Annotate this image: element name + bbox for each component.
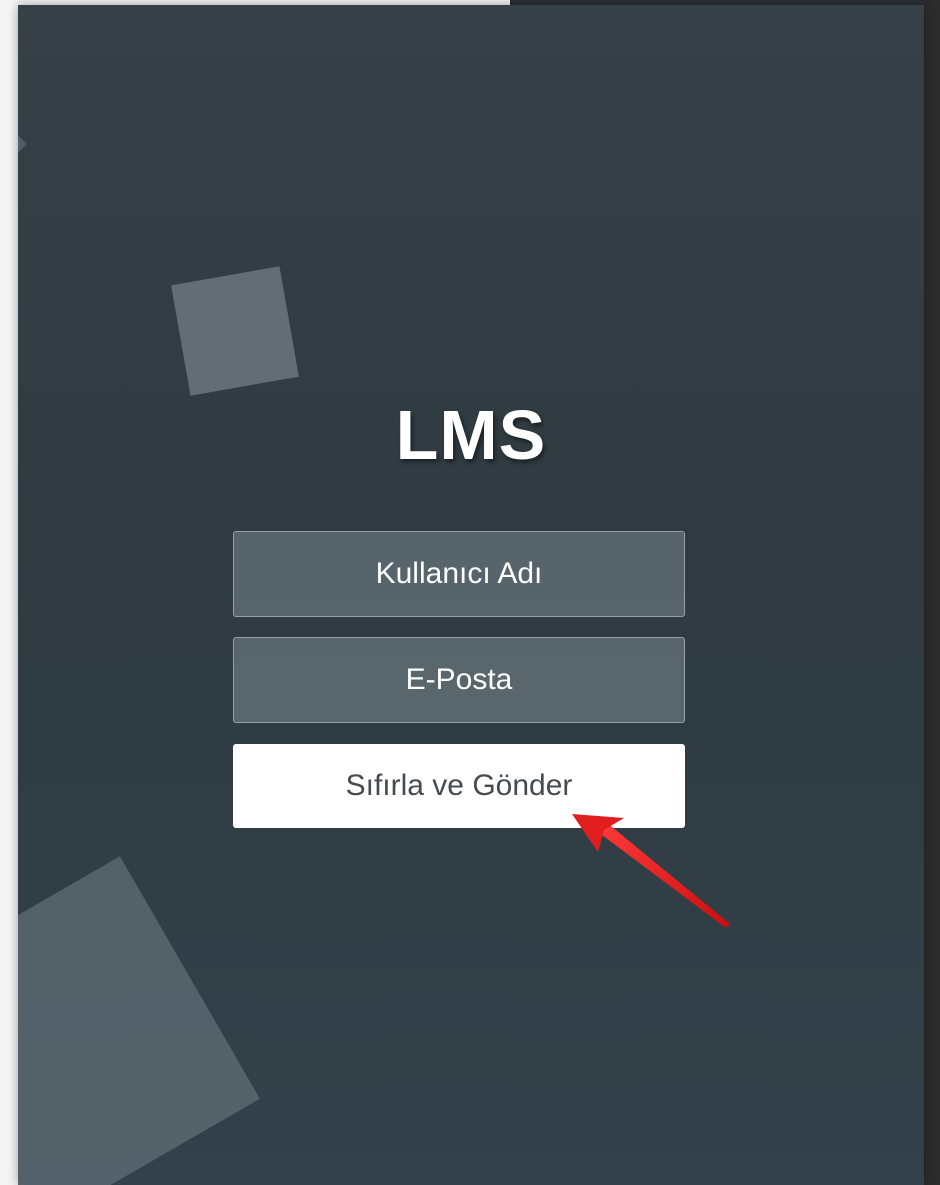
email-field[interactable] [233,637,685,723]
window-edge [924,0,940,1185]
arrow-shaft [598,822,730,928]
page: LMS Sıfırla ve Gönder [0,0,940,1185]
username-field[interactable] [233,531,685,617]
red-arrow-icon [572,814,730,928]
page-title: LMS [395,396,547,474]
decorative-square [18,856,260,1185]
decorative-square [171,266,299,396]
decorative-square [18,134,27,154]
login-panel: LMS Sıfırla ve Gönder [18,5,924,1185]
